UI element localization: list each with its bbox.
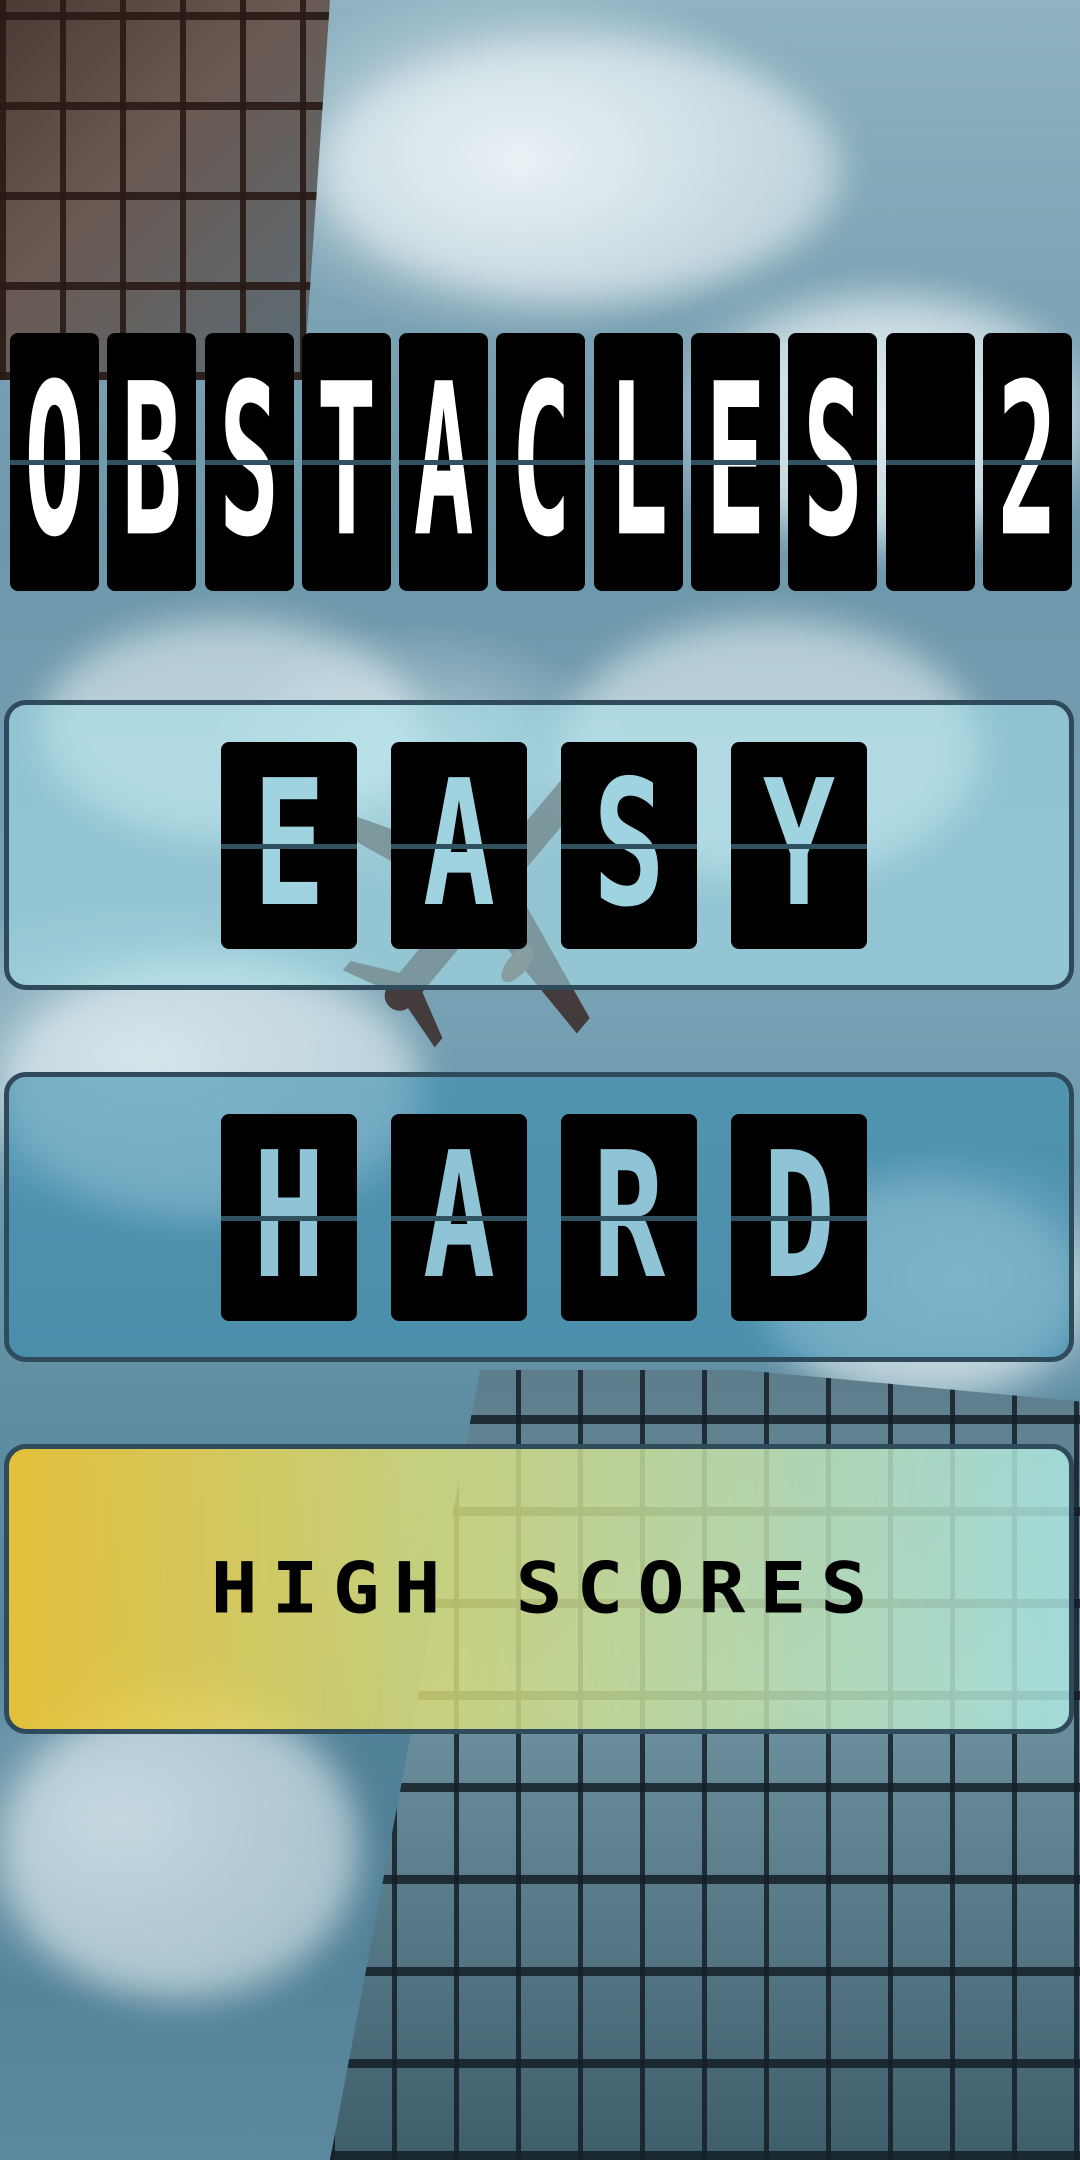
hard-letter-tile: D [731, 1114, 867, 1321]
title-letter-tile: S [788, 333, 878, 591]
easy-letter-tile: E [221, 742, 357, 949]
hard-label: H A R D [221, 1114, 867, 1321]
title-letter-tile: O [10, 333, 99, 591]
title-letter: T [316, 338, 377, 584]
cloud [320, 40, 840, 300]
title-letter: S [218, 338, 280, 584]
hard-button[interactable]: H A R D [4, 1072, 1074, 1362]
hard-letter: A [422, 1116, 496, 1318]
easy-letter: A [422, 744, 496, 946]
title-letter: 2 [997, 338, 1058, 584]
title-letter-tile-blank [885, 333, 975, 591]
easy-letter: Y [762, 744, 836, 946]
title-letter-tile: T [301, 333, 391, 591]
hard-letter-tile: R [561, 1114, 697, 1321]
title-letter: O [24, 338, 85, 584]
title-letter-tile: 2 [982, 333, 1072, 591]
high-scores-label: HIGH SCORES [210, 1548, 882, 1630]
easy-label: E A S Y [221, 742, 867, 949]
easy-button[interactable]: E A S Y [4, 700, 1074, 990]
title-letter: L [608, 338, 669, 584]
title-letter: B [121, 338, 182, 584]
easy-letter-tile: Y [731, 742, 867, 949]
game-title: O B S T A C L E S 2 [10, 333, 1072, 591]
easy-letter-tile: S [561, 742, 697, 949]
high-scores-button[interactable]: HIGH SCORES [4, 1444, 1074, 1734]
easy-letter: E [252, 744, 326, 946]
skyscraper-top-left [0, 0, 330, 380]
title-letter: S [802, 338, 863, 584]
title-letter: E [705, 338, 766, 584]
hard-letter-tile: A [391, 1114, 527, 1321]
title-letter-tile: C [496, 333, 586, 591]
title-letter-tile: S [204, 333, 294, 591]
hard-letter: D [762, 1116, 836, 1318]
hard-letter: H [252, 1116, 326, 1318]
easy-letter-tile: A [391, 742, 527, 949]
hard-letter-tile: H [221, 1114, 357, 1321]
title-letter-tile: B [107, 333, 197, 591]
title-letter-tile: A [399, 333, 489, 591]
title-letter: A [413, 338, 474, 584]
title-letter-tile: L [593, 333, 683, 591]
easy-letter: S [592, 744, 666, 946]
title-letter: C [510, 338, 572, 584]
hard-letter: R [592, 1116, 666, 1318]
title-letter-tile: E [691, 333, 781, 591]
cloud [0, 1700, 360, 2000]
